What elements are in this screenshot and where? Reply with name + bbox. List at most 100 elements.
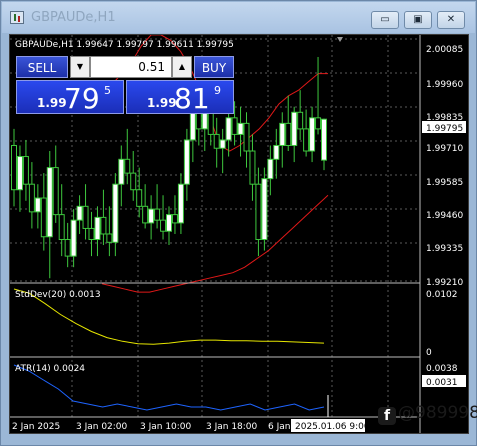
time-tick: 3 Jan 18:00 [206,422,258,432]
time-tick: 2 Jan 2025 [12,422,60,432]
buy-price-button[interactable]: 1.99 81 9 [126,80,234,115]
price-tick: 1.99960 [426,80,463,90]
candle-body [58,214,65,241]
candle-body [64,239,71,257]
minimize-button[interactable]: ▭ [371,11,399,29]
candle-body [46,167,53,238]
price-tick: 1.99210 [426,278,463,288]
price-tick: 2.00085 [426,45,463,55]
price-tick: 1.99585 [426,178,463,188]
candle-body [225,117,232,141]
candle-body [28,183,35,213]
candle-body [231,117,238,135]
buy-price-big: 81 [174,82,210,115]
lot-size-input[interactable]: 0.51 [90,56,172,78]
buy-button[interactable]: BUY [194,56,234,78]
lot-decrease-icon[interactable]: ▼ [70,56,90,78]
price-tick: 1.99460 [426,211,463,221]
candle-body [267,158,274,180]
atr-scale[interactable]: 0.0038 0.0031 [422,364,466,388]
chart-shift-marker[interactable] [337,37,343,42]
candle-body [321,118,327,161]
candle-body [177,183,184,224]
lower-envelope-line [101,194,329,293]
candle-body [112,183,119,243]
current-price-label: 1.99795 [426,124,463,134]
indicator-lines [13,288,325,411]
candle-body [273,144,280,160]
crosshair-time-label: 2025.01.06 9:00 [295,422,370,432]
candle-body [88,227,95,241]
sell-price-pip: 5 [104,84,111,97]
time-tick: 3 Jan 02:00 [76,422,128,432]
atr-current-label: 0.0031 [426,378,458,388]
candle-body [82,205,89,229]
candle-body [136,189,143,207]
sell-price-prefix: 1.99 [37,96,67,110]
candle-body [130,172,137,191]
lot-increase-icon[interactable]: ▲ [172,56,192,78]
candle-body [142,205,149,224]
candle-body [94,216,101,241]
candle-body [76,205,83,221]
candle-body [40,197,47,238]
candle-body [22,156,29,185]
stddev-tick: 0.0102 [426,290,458,300]
candle-body [160,219,167,232]
watermark: f @989998 [378,403,477,429]
candle-body [124,158,131,174]
candle-body [154,208,161,221]
candle-body [148,208,155,224]
chart-header: GBPAUDe,H1 1.99647 1.99797 1.99611 1.997… [15,40,234,50]
candle-body [219,139,226,149]
candle-body [303,128,310,152]
buy-price-pip: 9 [214,84,221,97]
candle-body [297,111,304,130]
one-click-trading-panel: SELL ▼ 0.51 ▲ BUY 1.99 79 5 1.99 81 9 [14,54,236,115]
candle-body [237,122,244,135]
candle-body [34,197,41,213]
facebook-icon: f [378,407,396,425]
stddev-scale[interactable]: 0.0102 0 [426,290,458,358]
chart-window: GBPAUDe,H1 ▭ ▣ ✕ 2.00085 1.99960 1.99835… [0,0,477,446]
price-scale[interactable]: 2.00085 1.99960 1.99835 1.99710 1.99585 … [422,45,466,288]
candle-body [213,133,220,149]
sell-price-button[interactable]: 1.99 79 5 [16,80,124,115]
close-button[interactable]: ✕ [437,11,465,29]
price-tick: 1.99710 [426,144,463,154]
time-tick: 3 Jan 10:00 [140,422,192,432]
candle-body [171,214,178,224]
candle-body [315,117,322,130]
candle-body [285,122,292,146]
candle-body [207,111,214,135]
candle-body [249,150,256,185]
candle-body [255,183,262,241]
candle-body [52,167,59,216]
buy-price-prefix: 1.99 [147,96,177,110]
candle-body [11,144,17,191]
atr-label: ATR(14) 0.0024 [15,364,85,374]
candle-body [309,117,316,152]
price-tick: 1.99335 [426,244,463,254]
candle-body [70,219,77,257]
shift-marker-icon[interactable] [337,37,343,42]
stddev-tick: 0 [426,348,432,358]
candle-body [243,122,250,152]
window-titlebar[interactable]: GBPAUDe,H1 ▭ ▣ ✕ [2,2,475,33]
candle-body [100,216,107,235]
candle-body [279,122,286,146]
candle-body [166,214,172,232]
atr-tick: 0.0038 [426,364,458,374]
window-title: GBPAUDe,H1 [31,10,116,25]
chart-app-icon [10,11,24,24]
candle-body [291,111,298,146]
time-axis[interactable]: 2 Jan 2025 3 Jan 02:00 3 Jan 10:00 3 Jan… [12,419,370,432]
sell-button[interactable]: SELL [16,56,68,78]
candle-body [183,139,190,185]
watermark-text: @989998 [398,403,477,423]
maximize-button[interactable]: ▣ [404,11,432,29]
stddev-label: StdDev(20) 0.0013 [15,290,101,300]
candle-body [261,178,268,241]
sell-price-big: 79 [64,82,100,115]
candle-body [106,233,113,243]
